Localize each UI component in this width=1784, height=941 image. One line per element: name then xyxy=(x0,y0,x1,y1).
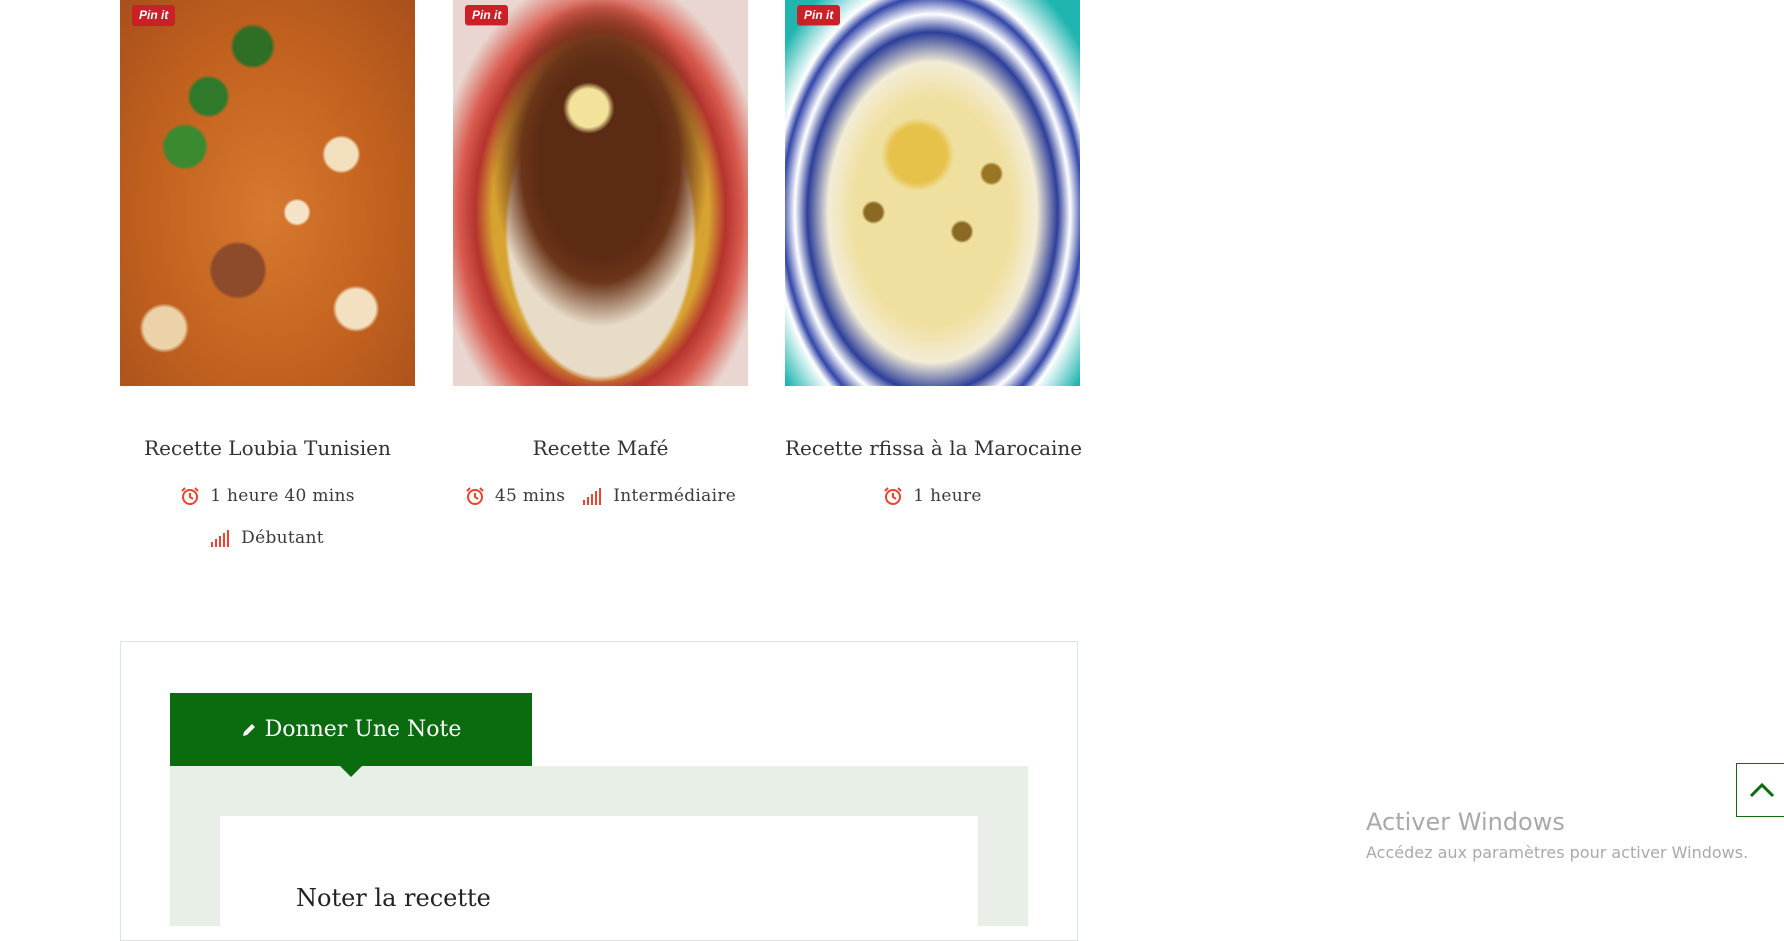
recipe-meta: 1 heure xyxy=(785,486,1080,528)
recipe-time-text: 45 mins xyxy=(494,486,566,506)
alarm-clock-icon xyxy=(884,487,902,505)
recipe-title[interactable]: Recette rfissa à la Marocaine xyxy=(785,436,1082,460)
pin-it-button[interactable]: Pin it xyxy=(132,5,176,25)
scroll-to-top-button[interactable] xyxy=(1736,763,1784,817)
rating-panel-title: Noter la recette xyxy=(296,884,491,912)
windows-activation-title: Activer Windows xyxy=(1366,808,1565,836)
recipe-meta: 1 heure 40 mins Débutant xyxy=(120,486,415,570)
recipe-card[interactable]: Pin it Recette rfissa à la Marocaine 1 h… xyxy=(785,0,1082,528)
recipe-time: 1 heure 40 mins xyxy=(180,486,355,506)
recipe-time: 1 heure xyxy=(883,486,981,506)
alarm-clock-icon xyxy=(466,487,484,505)
signal-bars-icon xyxy=(211,530,230,547)
recipe-time-text: 1 heure 40 mins xyxy=(210,486,355,506)
recipe-level: Débutant xyxy=(211,528,324,548)
recipe-level-text: Débutant xyxy=(241,528,324,548)
recipe-time: 45 mins xyxy=(465,486,565,506)
recipe-image[interactable]: Pin it xyxy=(120,0,415,386)
pin-it-button[interactable]: Pin it xyxy=(465,5,509,25)
tab-pointer xyxy=(340,766,362,777)
recipe-time-text: 1 heure xyxy=(913,486,982,506)
recipe-image[interactable]: Pin it xyxy=(785,0,1080,386)
pin-it-button[interactable]: Pin it xyxy=(797,5,841,25)
recipe-title[interactable]: Recette Mafé xyxy=(453,436,748,460)
alarm-clock-icon xyxy=(181,487,199,505)
rate-recipe-tab[interactable]: Donner Une Note xyxy=(170,693,532,766)
signal-bars-icon xyxy=(583,488,602,505)
recipe-meta: 45 mins Intermédiaire xyxy=(453,486,748,528)
pencil-icon xyxy=(242,723,255,736)
recipe-level: Intermédiaire xyxy=(583,486,736,506)
windows-activation-subtitle: Accédez aux paramètres pour activer Wind… xyxy=(1366,843,1749,862)
chevron-up-icon xyxy=(1749,782,1775,798)
recipe-card[interactable]: Pin it Recette Mafé 45 mins Intermédiair… xyxy=(453,0,748,528)
recipe-card[interactable]: Pin it Recette Loubia Tunisien 1 heure 4… xyxy=(120,0,415,570)
recipe-title[interactable]: Recette Loubia Tunisien xyxy=(120,436,415,460)
recipe-level-text: Intermédiaire xyxy=(613,486,737,506)
recipe-image[interactable]: Pin it xyxy=(453,0,748,386)
rate-recipe-tab-label: Donner Une Note xyxy=(264,717,462,742)
